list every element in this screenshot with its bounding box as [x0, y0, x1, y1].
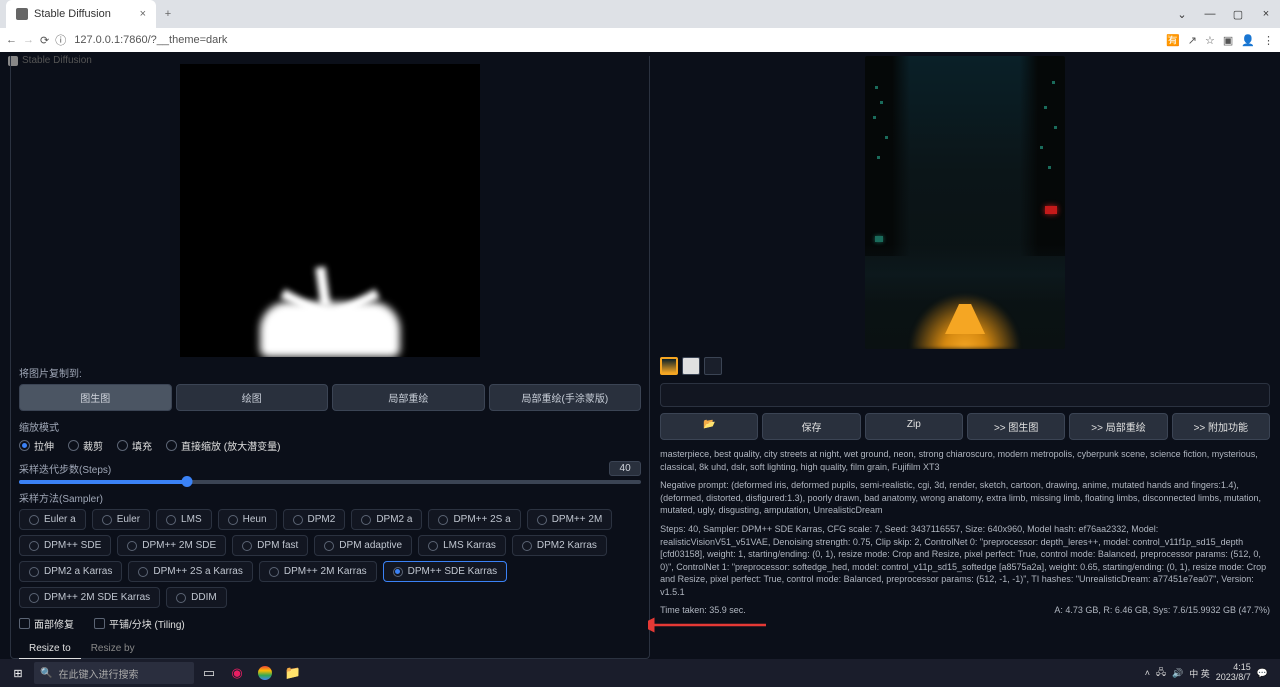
task-view-icon[interactable]: ▭	[196, 661, 222, 685]
generation-params-text: Steps: 40, Sampler: DPM++ SDE Karras, CF…	[660, 523, 1270, 599]
tab-title: Stable Diffusion	[34, 8, 111, 20]
nav-forward-icon: →	[23, 34, 34, 46]
zip-button[interactable]: Zip	[865, 413, 963, 440]
browser-tab[interactable]: Stable Diffusion ×	[6, 0, 156, 28]
sampler-option[interactable]: DPM2 Karras	[512, 535, 607, 556]
nav-reload-icon[interactable]: ⟳	[40, 34, 49, 47]
gallery-thumb-2[interactable]	[682, 357, 700, 375]
tab-favicon	[16, 8, 28, 20]
close-window-icon[interactable]: ×	[1252, 4, 1280, 24]
resize-latent-radio[interactable]: 直接缩放 (放大潜变量)	[166, 438, 280, 453]
taskbar-clock[interactable]: 4:15 2023/8/7	[1216, 663, 1251, 683]
tray-network-icon[interactable]: 🖧	[1156, 665, 1166, 681]
taskbar-app-2[interactable]	[258, 666, 272, 680]
sampler-option[interactable]: LMS	[156, 509, 212, 530]
gallery-thumb-1[interactable]	[660, 357, 678, 375]
tab-resize-to[interactable]: Resize to	[19, 639, 81, 659]
steps-slider[interactable]	[19, 480, 641, 484]
copy-img2img-button[interactable]: 图生图	[19, 384, 172, 411]
extensions-icon[interactable]: ▣	[1223, 34, 1233, 47]
ime-indicator[interactable]: 中 英	[1189, 667, 1210, 680]
neg-prompt-text: Negative prompt: (deformed iris, deforme…	[660, 479, 1270, 517]
inpaint-canvas[interactable]	[180, 64, 480, 357]
sampler-option[interactable]: DPM++ 2M Karras	[259, 561, 377, 582]
sampler-option[interactable]: Heun	[218, 509, 277, 530]
send-inpaint-button[interactable]: >> 局部重绘	[1069, 413, 1167, 440]
start-button[interactable]: ⊞	[4, 661, 32, 685]
vram-text: A: 4.73 GB, R: 6.46 GB, Sys: 7.6/15.9932…	[1054, 605, 1270, 615]
sampler-option[interactable]: DPM++ 2M SDE	[117, 535, 226, 556]
menu-dots-icon[interactable]: ⋮	[1263, 34, 1274, 47]
search-icon: 🔍	[40, 668, 52, 679]
taskbar-search[interactable]: 🔍 在此键入进行搜索	[34, 662, 194, 684]
prompt-text: masterpiece, best quality, city streets …	[660, 448, 1270, 473]
copy-inpaint-sketch-button[interactable]: 局部重绘(手涂蒙版)	[489, 384, 642, 411]
copy-draw-button[interactable]: 绘图	[176, 384, 329, 411]
caret-down-icon[interactable]: ⌄	[1168, 4, 1196, 24]
new-tab-button[interactable]: +	[156, 2, 180, 26]
sampler-option[interactable]: DPM adaptive	[314, 535, 412, 556]
address-bar[interactable]: 127.0.0.1:7860/?__theme=dark	[74, 34, 1158, 46]
minimize-icon[interactable]: —	[1196, 4, 1224, 24]
profile-icon[interactable]: 👤	[1241, 34, 1255, 47]
sampler-option[interactable]: Euler	[92, 509, 150, 530]
nav-back-icon[interactable]: ←	[6, 34, 17, 46]
maximize-icon[interactable]: ▢	[1224, 4, 1252, 24]
send-extra-button[interactable]: >> 附加功能	[1172, 413, 1270, 440]
sampler-option[interactable]: DDIM	[166, 587, 227, 608]
notification-icon[interactable]: 💬	[1257, 668, 1268, 679]
steps-label: 采样迭代步数(Steps)	[19, 461, 111, 476]
sampler-option[interactable]: DPM++ 2M	[527, 509, 613, 530]
tray-volume-icon[interactable]: 🔊	[1172, 668, 1183, 679]
sampler-option[interactable]: DPM2 a Karras	[19, 561, 122, 582]
sampler-option[interactable]: DPM fast	[232, 535, 308, 556]
copy-inpaint-button[interactable]: 局部重绘	[332, 384, 485, 411]
steps-value[interactable]: 40	[609, 461, 641, 476]
share-icon[interactable]: ↗	[1188, 34, 1197, 47]
copy-to-label: 将图片复制到:	[19, 365, 641, 380]
tab-resize-by[interactable]: Resize by	[81, 639, 145, 659]
sampler-option[interactable]: DPM++ 2S a	[428, 509, 520, 530]
sampler-option[interactable]: DPM2	[283, 509, 346, 530]
search-placeholder: 在此键入进行搜索	[58, 666, 138, 681]
resize-stretch-radio[interactable]: 拉伸	[19, 438, 54, 453]
taskbar-app-3[interactable]: 📁	[280, 661, 306, 685]
sampler-option[interactable]: DPM++ SDE Karras	[383, 561, 507, 582]
save-button[interactable]: 保存	[762, 413, 860, 440]
sampler-option[interactable]: DPM2 a	[351, 509, 422, 530]
tray-chevron-icon[interactable]: ˄	[1145, 668, 1150, 678]
gallery-thumb-3[interactable]	[704, 357, 722, 375]
send-img2img-button[interactable]: >> 图生图	[967, 413, 1065, 440]
sampler-option[interactable]: Euler a	[19, 509, 86, 530]
open-folder-button[interactable]: 📂	[660, 413, 758, 440]
translate-icon[interactable]: 🈶	[1166, 34, 1180, 47]
close-tab-icon[interactable]: ×	[140, 8, 146, 20]
sampler-option[interactable]: DPM++ 2M SDE Karras	[19, 587, 160, 608]
sampler-option[interactable]: DPM++ SDE	[19, 535, 111, 556]
sampler-option[interactable]: DPM++ 2S a Karras	[128, 561, 252, 582]
time-taken-text: Time taken: 35.9 sec.	[660, 605, 746, 615]
sampler-label: 采样方法(Sampler)	[19, 490, 641, 505]
resize-crop-radio[interactable]: 裁剪	[68, 438, 103, 453]
sampler-option[interactable]: LMS Karras	[418, 535, 506, 556]
output-image[interactable]	[865, 56, 1065, 349]
taskbar-app-1[interactable]: ◉	[224, 661, 250, 685]
face-restore-checkbox[interactable]: 面部修复	[19, 616, 74, 631]
output-text-panel	[660, 383, 1270, 407]
bookmark-star-icon[interactable]: ☆	[1205, 34, 1215, 47]
url-info-icon[interactable]: ⓘ	[55, 32, 66, 48]
resize-mode-label: 缩放模式	[19, 419, 641, 434]
tiling-checkbox[interactable]: 平铺/分块 (Tiling)	[94, 616, 185, 631]
resize-fill-radio[interactable]: 填充	[117, 438, 152, 453]
